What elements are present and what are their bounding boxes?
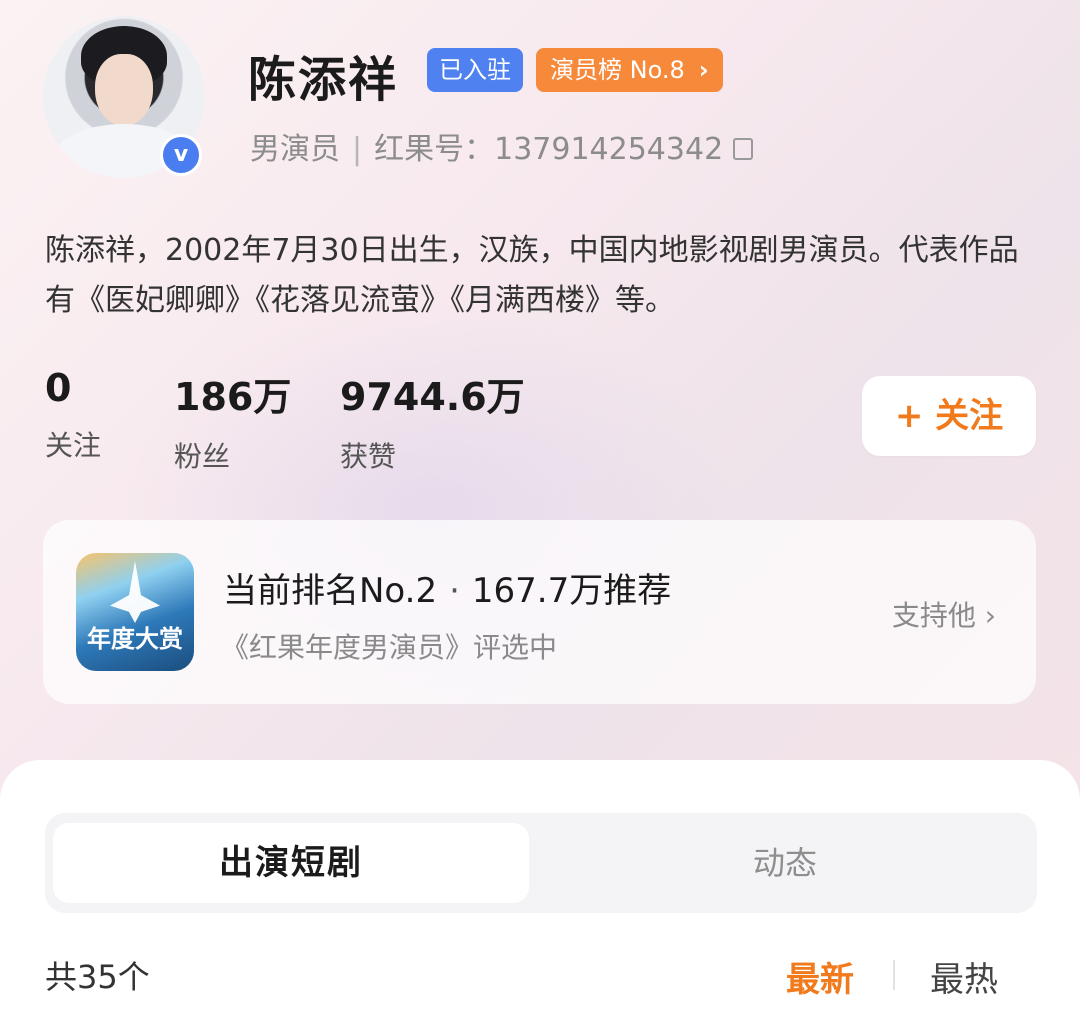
stat-likes: 9744.6万 获赞 — [340, 366, 525, 475]
stat-following-value: 0 — [45, 366, 72, 410]
sort-newest[interactable]: 最新 — [786, 952, 854, 1001]
sort-hottest[interactable]: 最热 — [930, 952, 998, 1001]
actor-rank-badge[interactable]: 演员榜 No.8 › — [536, 48, 723, 92]
tab-bar: 出演短剧 动态 — [45, 813, 1037, 913]
content-sheet: 出演短剧 动态 共35个 最新 最热 — [0, 760, 1080, 1021]
award-recommend-count: 167.7万推荐 — [471, 571, 672, 611]
avatar-face — [95, 54, 153, 126]
copy-icon[interactable] — [733, 137, 754, 160]
stat-fans[interactable]: 186万 粉丝 — [174, 366, 291, 475]
stat-likes-label: 获赞 — [340, 440, 397, 473]
award-rank: 当前排名No.2 — [223, 571, 438, 611]
actor-rank-label: 演员榜 No.8 — [550, 56, 685, 84]
profile-subline: 男演员 | 红果号：137914254342 — [250, 124, 754, 168]
support-button[interactable]: 支持他 › — [892, 594, 996, 634]
tab-dramas[interactable]: 出演短剧 — [53, 823, 529, 903]
joined-badge: 已入驻 — [427, 48, 523, 92]
award-card[interactable]: 年度大赏 当前排名No.2 · 167.7万推荐 《红果年度男演员》评选中 支持他 … — [43, 520, 1036, 704]
stat-following[interactable]: 0 关注 — [45, 366, 101, 464]
award-dot: · — [449, 571, 460, 611]
tab-posts[interactable]: 动态 — [541, 823, 1029, 903]
annual-award-icon: 年度大赏 — [76, 553, 194, 671]
stat-fans-value: 186万 — [174, 375, 292, 419]
profile-bio: 陈添祥，2002年7月30日出生，汉族，中国内地影视剧男演员。代表作品有《医妃卿… — [45, 233, 1019, 318]
drama-count: 共35个 — [45, 958, 150, 996]
profile-role: 男演员 — [250, 132, 340, 167]
star-icon — [110, 561, 160, 623]
verified-icon: v — [160, 134, 202, 176]
award-rank-line: 当前排名No.2 · 167.7万推荐 — [223, 563, 671, 612]
profile-name: 陈添祥 — [248, 52, 399, 108]
stat-fans-label: 粉丝 — [174, 440, 231, 473]
sort-divider — [893, 960, 895, 990]
follow-button[interactable]: + 关注 — [862, 376, 1036, 456]
award-subtitle: 《红果年度男演员》评选中 — [221, 631, 558, 664]
stat-following-label: 关注 — [45, 429, 102, 462]
subline-separator: | — [352, 132, 363, 167]
award-icon-text: 年度大赏 — [87, 624, 183, 653]
chevron-right-icon: › — [698, 56, 709, 84]
profile-id: 红果号：137914254342 — [374, 132, 724, 167]
stat-likes-value: 9744.6万 — [340, 375, 525, 419]
